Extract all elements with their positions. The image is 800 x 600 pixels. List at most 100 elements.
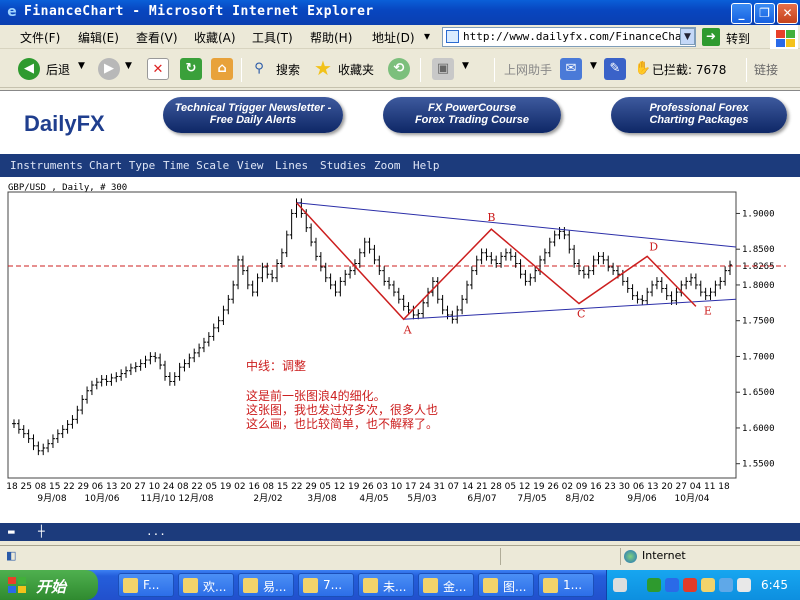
x-tick-label: 19 — [533, 482, 545, 492]
task-item[interactable]: 易... — [238, 573, 294, 597]
chart-area: GBP/USD , Daily, # 300 1.9000 1.8500 1.826… — [0, 178, 800, 528]
promo-powercourse[interactable]: FX PowerCourse Forex Trading Course — [383, 97, 561, 133]
media-dropdown-icon[interactable]: ▼ — [462, 61, 469, 71]
minimize-button[interactable]: _ — [731, 3, 752, 24]
x-tick-label: 13 — [106, 482, 117, 492]
clock: 6:45 — [761, 578, 788, 592]
links-label[interactable]: 链接 — [754, 61, 778, 87]
address-input[interactable]: http://www.dailyfx.com/FinanceChart. — [442, 27, 696, 47]
x-tick-label: 08 — [35, 482, 47, 492]
task-item[interactable]: 金... — [418, 573, 474, 597]
y-tick-label: 1.7000 — [742, 352, 775, 362]
system-tray: 6:45 — [606, 570, 800, 600]
x-tick-label: 22 — [291, 482, 302, 492]
security-zone: Internet — [624, 549, 686, 563]
favorites-button[interactable]: ★ 收藏夹 — [312, 56, 380, 82]
x-month-label: 12月/08 — [179, 493, 214, 504]
refresh-button[interactable]: ↻ — [180, 56, 204, 82]
task-item[interactable]: 欢... — [178, 573, 234, 597]
dailyfx-logo[interactable]: DailyFX — [24, 111, 105, 137]
popup-blocker[interactable]: ✋ 已拦截: 7678 — [632, 56, 742, 82]
forward-arrow-icon: ▶ — [98, 58, 120, 80]
menu-file[interactable]: 文件(F) — [20, 29, 60, 46]
nav-instruments[interactable]: Instruments — [10, 159, 83, 172]
network-icon[interactable] — [647, 578, 661, 592]
search-button[interactable]: ⚲ 搜索 — [248, 56, 304, 82]
antivirus-icon[interactable] — [665, 578, 679, 592]
task-item[interactable]: 1... — [538, 573, 594, 597]
home-icon: ⌂ — [211, 58, 233, 80]
forward-button[interactable]: ▶ ▼ — [98, 56, 134, 82]
promo-newsletter[interactable]: Technical Trigger Newsletter - Free Dail… — [163, 97, 343, 133]
nav-view[interactable]: View — [237, 159, 264, 172]
forward-dropdown-icon[interactable]: ▼ — [125, 61, 132, 71]
task-item[interactable]: F... — [118, 573, 174, 597]
go-button[interactable]: ➜ 转到 — [702, 28, 764, 47]
keyboard-icon[interactable] — [613, 578, 627, 592]
x-month-label: 6月/07 — [467, 493, 496, 504]
x-tick-label: 09 — [576, 482, 588, 492]
y-tick-label: 1.9000 — [742, 209, 775, 219]
address-drop-icon[interactable]: ▾ — [424, 29, 430, 43]
chart-menu-bar: Instruments Chart Type Time Scale View L… — [0, 154, 800, 177]
annotation-line: 这张图，我也发过好多次，很多人也 — [246, 402, 438, 417]
task-item[interactable]: 图... — [478, 573, 534, 597]
nav-zoom[interactable]: Zoom — [374, 159, 401, 172]
task-item[interactable]: 7... — [298, 573, 354, 597]
plot-frame — [7, 191, 737, 479]
x-month-label: 7月/05 — [517, 493, 546, 504]
task-item[interactable]: 未... — [358, 573, 414, 597]
history-button[interactable]: ⟲ — [388, 56, 412, 82]
x-tick-label: 15 — [49, 482, 60, 492]
bulb-icon[interactable] — [701, 578, 715, 592]
task-app-icon — [243, 578, 258, 593]
mail-dropdown-icon[interactable]: ▼ — [590, 61, 597, 71]
star-icon: ★ — [314, 56, 332, 80]
page-icon — [446, 30, 459, 43]
online-helper-label[interactable]: 上网助手 — [504, 61, 552, 87]
x-tick-label: 27 — [676, 482, 687, 492]
maximize-button[interactable]: ❐ — [754, 3, 775, 24]
internet-globe-icon — [624, 550, 637, 563]
mail-icon: ✉ — [560, 58, 582, 80]
stop-button[interactable]: ✕ — [147, 56, 171, 82]
menu-help[interactable]: 帮助(H) — [310, 29, 352, 46]
menu-tools[interactable]: 工具(T) — [252, 29, 293, 46]
nav-help[interactable]: Help — [413, 159, 440, 172]
x-tick-label: 30 — [619, 482, 631, 492]
app-k-icon[interactable] — [683, 578, 697, 592]
history-icon: ⟲ — [388, 58, 410, 80]
nav-lines[interactable]: Lines — [275, 159, 308, 172]
price-chart[interactable]: 1.9000 1.8500 1.8265 1.8000 1.7500 1.7000 1.65… — [0, 178, 800, 523]
nav-chart-type[interactable]: Chart Type — [89, 159, 155, 172]
home-button[interactable]: ⌂ — [211, 56, 235, 82]
help-icon[interactable] — [719, 578, 733, 592]
hand-icon: ✋ — [634, 61, 652, 76]
x-tick-label: 03 — [377, 482, 388, 492]
start-button[interactable]: 开始 — [0, 570, 98, 600]
menu-view[interactable]: 查看(V) — [136, 29, 178, 46]
x-tick-label: 14 — [462, 482, 474, 492]
address-dropdown-button[interactable]: ▼ — [680, 28, 695, 45]
back-dropdown-icon[interactable]: ▼ — [78, 61, 85, 71]
chart-tool-more[interactable]: ... — [146, 525, 166, 539]
site-header: DailyFX Technical Trigger Newsletter - F… — [0, 91, 800, 153]
x-tick-label: 19 — [220, 482, 232, 492]
chart-tool-2[interactable]: ┼ — [38, 525, 45, 539]
chart-tool-1[interactable]: ▬ — [8, 525, 15, 539]
edit-button[interactable]: ✎ — [604, 56, 630, 82]
menu-favorites[interactable]: 收藏(A) — [194, 29, 236, 46]
menu-edit[interactable]: 编辑(E) — [78, 29, 119, 46]
nav-time-scale[interactable]: Time Scale — [163, 159, 229, 172]
edit-icon: ✎ — [604, 58, 626, 80]
mail-button[interactable]: ✉ ▼ — [560, 56, 600, 82]
close-button[interactable]: ✕ — [777, 3, 798, 24]
back-button[interactable]: ◀ 后退 ▼ — [18, 56, 88, 82]
media-button[interactable]: ▣ ▼ — [432, 56, 472, 82]
wave-label-a: A — [403, 323, 413, 336]
y-tick-label: 1.7500 — [742, 317, 775, 327]
promo-charting[interactable]: Professional Forex Charting Packages — [611, 97, 787, 133]
nav-studies[interactable]: Studies — [320, 159, 366, 172]
x-tick-label: 24 — [419, 482, 431, 492]
volume-icon[interactable] — [737, 578, 751, 592]
